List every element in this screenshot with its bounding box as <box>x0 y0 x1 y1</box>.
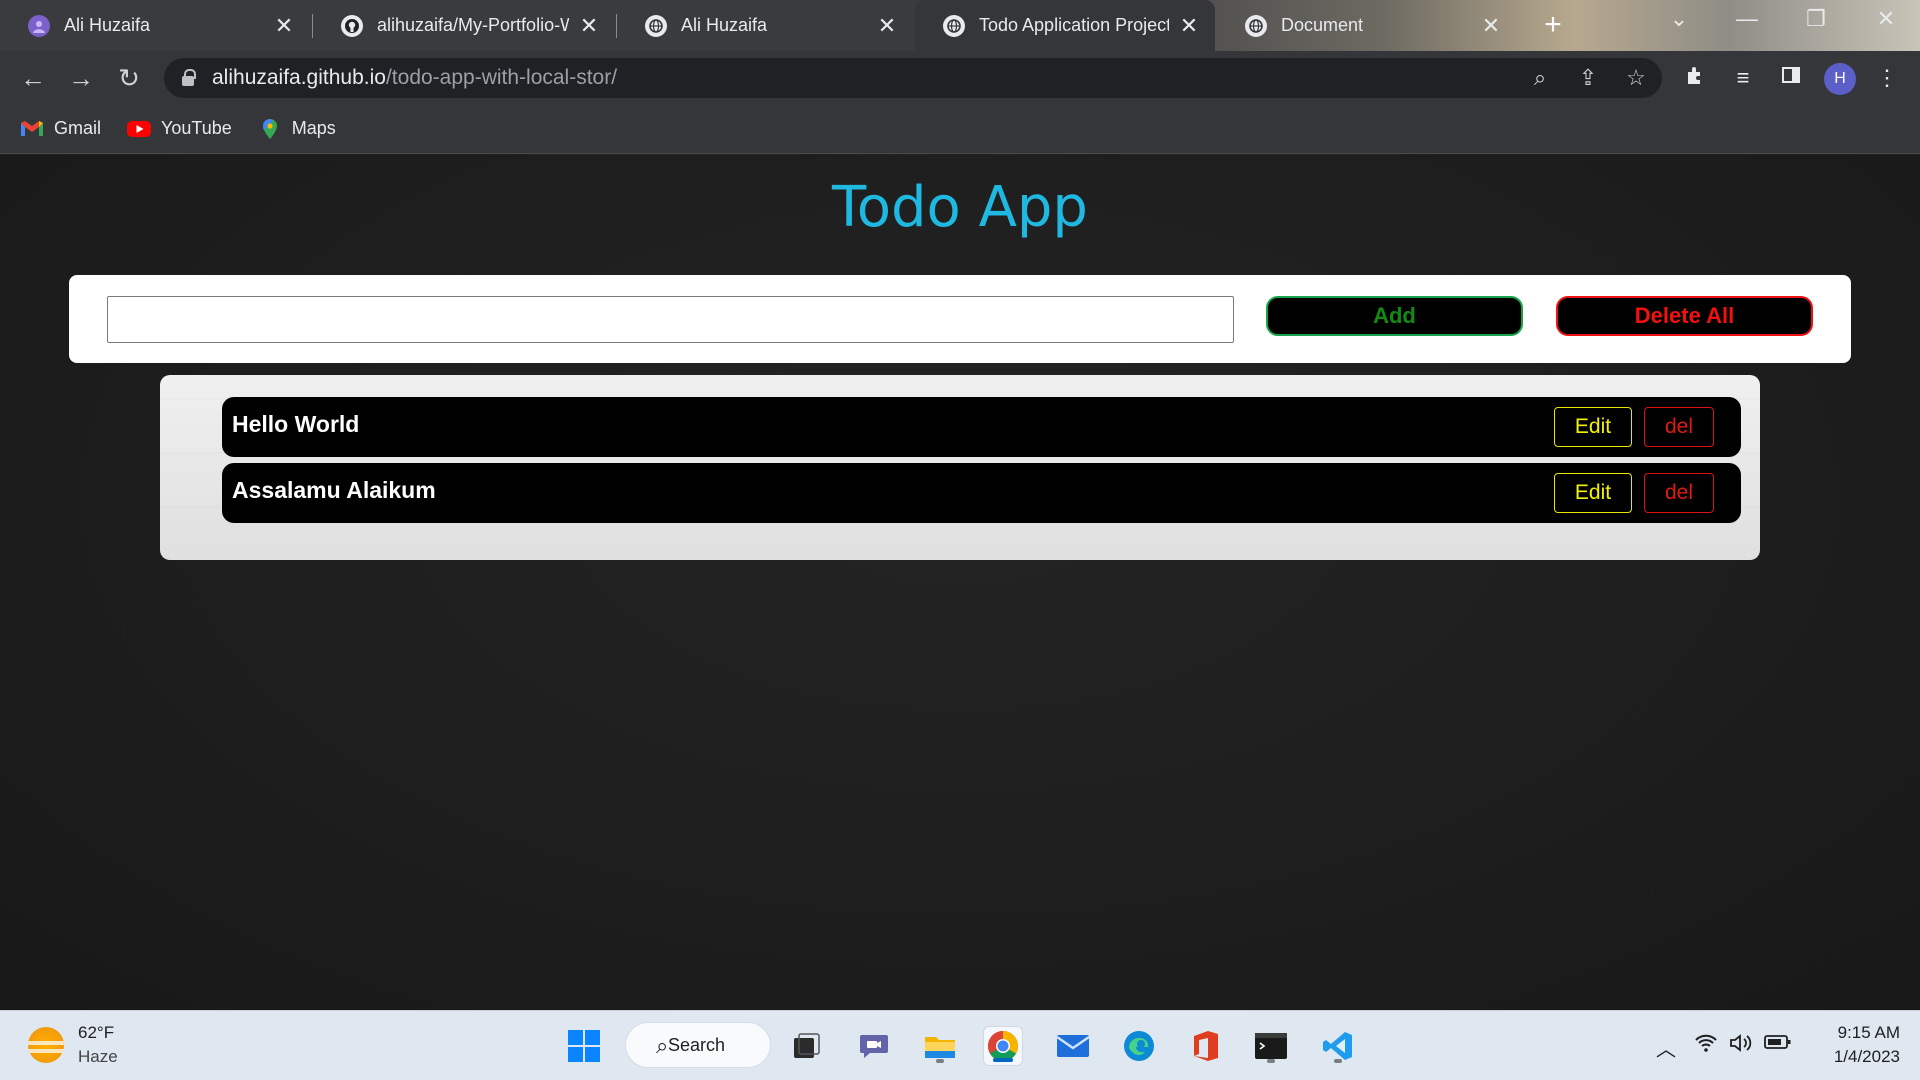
start-button[interactable] <box>564 1026 604 1066</box>
reload-icon[interactable]: ↻ <box>115 64 143 92</box>
bookmark-label: Gmail <box>54 118 102 138</box>
page-viewport: Todo App Add Delete All Hello World Edit… <box>0 155 1920 1010</box>
bookmark-gmail[interactable]: Gmail <box>20 118 101 139</box>
wifi-icon[interactable] <box>1692 1033 1720 1059</box>
lock-icon <box>182 68 196 86</box>
youtube-icon <box>127 119 152 139</box>
globe-icon <box>1245 14 1267 37</box>
todo-text: Assalamu Alaikum <box>232 477 436 503</box>
weather-widget[interactable]: 62°F Haze <box>28 1021 118 1069</box>
edge-icon[interactable] <box>1119 1026 1159 1066</box>
bookmarks-bar: Gmail YouTube Maps <box>0 104 1920 154</box>
window-close-icon[interactable]: ✕ <box>1866 6 1906 32</box>
todo-text: Hello World <box>232 411 360 437</box>
haze-weather-icon <box>28 1027 64 1063</box>
zoom-icon[interactable]: ⌕ <box>1526 64 1554 92</box>
volume-icon[interactable] <box>1728 1033 1756 1059</box>
office-icon[interactable] <box>1186 1026 1226 1066</box>
search-label: Search <box>668 1034 726 1055</box>
delete-button[interactable]: del <box>1644 473 1714 513</box>
tab-title: Ali Huzaifa <box>681 15 768 35</box>
bookmark-label: Maps <box>291 118 336 138</box>
tab-document[interactable]: Document ✕ <box>1217 0 1517 51</box>
task-view-icon[interactable] <box>786 1026 826 1066</box>
app-title: Todo App <box>832 175 1088 240</box>
minimize-icon[interactable]: — <box>1727 6 1767 32</box>
add-button[interactable]: Add <box>1266 296 1523 336</box>
todo-list: Hello World Edit del Assalamu Alaikum Ed… <box>160 375 1760 560</box>
tab-search-chevron-icon[interactable]: ⌄ <box>1659 6 1699 32</box>
bookmark-maps[interactable]: Maps <box>258 118 336 139</box>
bookmark-label: YouTube <box>161 118 232 138</box>
tab-ali-huzaifa-1[interactable]: Ali Huzaifa ✕ <box>0 0 310 51</box>
back-arrow-icon[interactable]: ← <box>19 64 47 92</box>
close-icon[interactable]: ✕ <box>1177 13 1201 39</box>
extensions-icon[interactable] <box>1681 64 1709 92</box>
browser-toolbar: ← → ↻ alihuzaifa.github.io/todo-app-with… <box>0 51 1920 104</box>
chevron-up-icon[interactable]: ︿ <box>1652 1033 1680 1062</box>
chrome-icon[interactable] <box>983 1026 1023 1066</box>
delete-all-button[interactable]: Delete All <box>1556 296 1813 336</box>
edit-button[interactable]: Edit <box>1554 407 1632 447</box>
system-clock[interactable]: 9:15 AM 1/4/2023 <box>1800 1021 1900 1069</box>
taskbar-search[interactable]: ⌕ Search <box>625 1022 771 1068</box>
battery-icon[interactable] <box>1764 1033 1792 1056</box>
profile-avatar[interactable]: H <box>1824 63 1856 95</box>
tab-ali-huzaifa-2[interactable]: Ali Huzaifa ✕ <box>617 0 913 51</box>
address-bar[interactable]: alihuzaifa.github.io/todo-app-with-local… <box>164 58 1662 98</box>
teams-chat-icon[interactable] <box>854 1026 894 1066</box>
mail-icon[interactable] <box>1053 1026 1093 1066</box>
tab-title: Ali Huzaifa <box>64 15 151 35</box>
close-icon[interactable]: ✕ <box>577 13 601 39</box>
tab-title: Todo Application Project <box>979 15 1169 35</box>
weather-condition: Haze <box>78 1047 118 1066</box>
clock-time: 9:15 AM <box>1837 1023 1900 1042</box>
edit-button[interactable]: Edit <box>1554 473 1632 513</box>
bookmark-youtube[interactable]: YouTube <box>127 118 232 139</box>
side-panel-icon[interactable] <box>1777 64 1805 92</box>
url-text: alihuzaifa.github.io/todo-app-with-local… <box>212 66 618 89</box>
globe-icon <box>645 14 667 37</box>
file-explorer-icon[interactable] <box>920 1026 960 1066</box>
tab-strip: Ali Huzaifa ✕ alihuzaifa/My-Portfolio-W … <box>0 0 1920 51</box>
ali-huzaifa-favicon <box>28 14 50 37</box>
globe-icon <box>943 14 965 37</box>
forward-arrow-icon[interactable]: → <box>67 64 95 92</box>
maps-icon <box>258 118 282 139</box>
bookmark-star-icon[interactable]: ☆ <box>1622 64 1650 92</box>
terminal-icon[interactable] <box>1251 1026 1291 1066</box>
todo-item: Assalamu Alaikum Edit del <box>222 463 1741 523</box>
close-icon[interactable]: ✕ <box>1479 13 1503 39</box>
menu-kebab-icon[interactable]: ⋮ <box>1873 64 1901 92</box>
weather-temp: 62°F <box>78 1023 115 1042</box>
tab-title: alihuzaifa/My-Portfolio-W <box>377 15 569 35</box>
todo-item: Hello World Edit del <box>222 397 1741 457</box>
new-tab-button[interactable]: + <box>1536 8 1570 42</box>
clock-date: 1/4/2023 <box>1833 1047 1900 1066</box>
tab-todo-application[interactable]: Todo Application Project ✕ <box>915 0 1215 51</box>
close-icon[interactable]: ✕ <box>272 13 296 39</box>
tab-github-portfolio[interactable]: alihuzaifa/My-Portfolio-W ✕ <box>313 0 615 51</box>
close-icon[interactable]: ✕ <box>875 13 899 39</box>
share-icon[interactable]: ⇪ <box>1574 64 1602 92</box>
delete-button[interactable]: del <box>1644 407 1714 447</box>
windows-taskbar: 62°F Haze ⌕ Search ︿ 9:15 AM 1/4/2023 <box>0 1010 1920 1080</box>
search-icon: ⌕ <box>656 1033 669 1058</box>
vscode-icon[interactable] <box>1318 1026 1358 1066</box>
todo-input[interactable] <box>107 296 1234 343</box>
tab-title: Document <box>1281 15 1364 35</box>
github-icon <box>341 14 363 37</box>
restore-icon[interactable]: ❐ <box>1796 6 1836 32</box>
gmail-icon <box>20 119 44 139</box>
input-card: Add Delete All <box>69 275 1851 363</box>
media-queue-icon[interactable]: ≡ <box>1729 64 1757 92</box>
